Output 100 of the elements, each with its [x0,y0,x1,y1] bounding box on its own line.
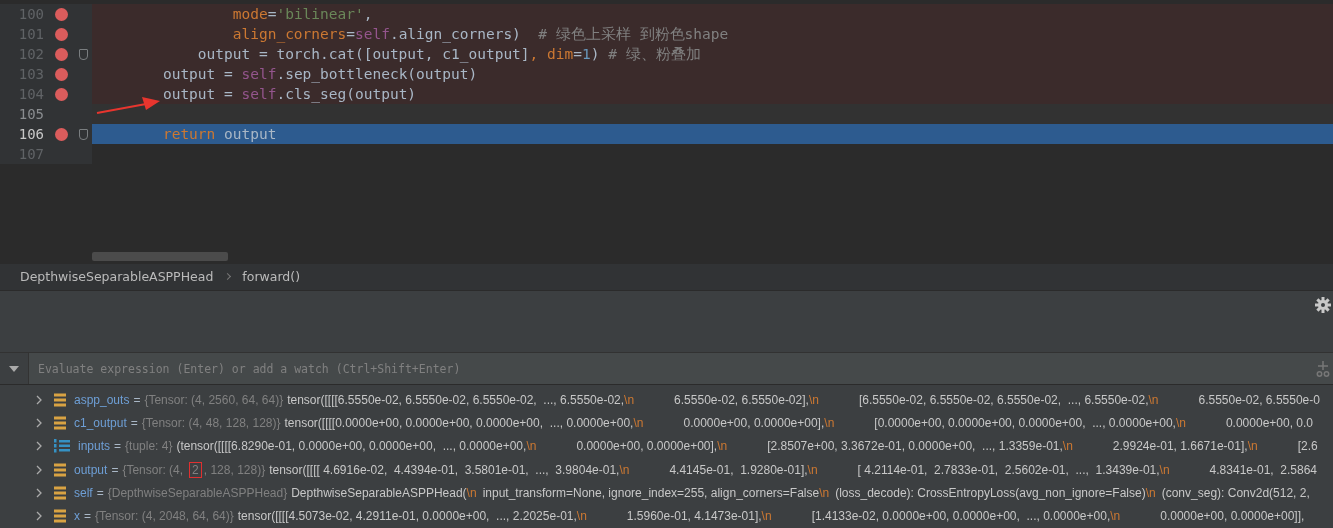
newline-escape: \n [1110,509,1121,524]
line-number: 105 [17,106,44,122]
fold-icon[interactable] [79,48,88,60]
variable-value: 4.4145e-01, 1.9280e-01], [669,462,808,477]
variable-value: (tensor([[[[6.8290e-01, 0.0000e+00, 0.0000e+00, ..., 0.0000e+00, [176,439,527,454]
newline-escape: \n [1062,439,1073,454]
breakpoint-icon[interactable] [55,7,68,21]
code-text: return output [161,126,277,142]
variable-type: {Tensor: (4, 2048, 64, 64)} [95,509,234,524]
code-text: mode='bilinear', [231,6,373,22]
boxed-dimension: 2 [190,462,201,477]
expand-icon[interactable] [36,464,42,475]
variable-type: {DepthwiseSeparableASPPHead} [107,486,288,501]
newline-escape: \n [819,486,830,501]
newline-escape: \n [624,392,635,407]
variable-type: {Tensor: (4, [122,462,184,477]
variable-name: c1_output [74,416,127,431]
watch-field[interactable]: Evaluate expression (Enter) or add a watch (Ctrl+Shift+Enter) [28,353,1313,385]
expand-icon[interactable] [36,394,42,405]
fold-icon[interactable] [79,128,88,140]
newline-escape: \n [619,462,630,477]
code-text: output = self.sep_bottleneck(output) [161,66,478,82]
list-icon [54,392,66,407]
variable-value: [ 4.2114e-01, 2.7833e-01, 2.5602e-01, ..., 1.3439e-01, [857,462,1160,477]
variable-type: {Tensor: (4, 2560, 64, 64)} [144,392,284,407]
variable-value: 0.0000e+00, 0.0000e+00], [576,439,718,454]
variable-value: tensor([[[[4.5073e-02, 4.2911e-01, 0.0000e+00, ..., 2.2025e-01, [237,509,577,524]
newline-escape: \n [466,486,477,501]
newline-escape: \n [526,439,537,454]
breakpoint-icon[interactable] [55,67,68,81]
newline-escape: \n [761,509,772,524]
variable-type: {Tensor: (4, 48, 128, 128)} [141,416,281,431]
variable-value: 1.5960e-01, 4.1473e-01], [626,509,762,524]
newline-escape: \n [1175,416,1186,431]
equals-sign: = [133,392,141,407]
variable-name: x [74,509,80,524]
variable-value: 0.0000e+00, 0.0000e+00]], [1160,509,1305,524]
variable-value: [2.8507e+00, 3.3672e-01, 0.0000e+00, ..., 1.3359e-01, [767,439,1063,454]
breakpoint-icon[interactable] [55,87,68,101]
code-text: output = self.cls_seg(output) [161,86,417,102]
equals-sign: = [111,462,119,477]
scrollbar-thumb[interactable] [92,252,228,262]
list-icon [54,462,66,477]
arrow-annotation [96,96,162,116]
equals-sign: = [114,439,122,454]
equals-sign: = [130,416,138,431]
newline-escape: \n [1247,439,1258,454]
list-icon [54,486,66,501]
variable-name: inputs [78,439,111,454]
breadcrumb-item[interactable]: forward() [242,269,301,285]
newline-escape: \n [1148,392,1159,407]
newline-escape: \n [824,416,835,431]
variable-value: 0.0000e+00, 0.0000e+00], [683,416,825,431]
newline-escape: \n [1145,486,1156,501]
list-icon [54,509,66,524]
variable-value: tensor([[[[0.0000e+00, 0.0000e+00, 0.0000e+00, ..., 0.0000e+00, [284,416,634,431]
code-text: align_corners=self.align_corners) # 绿色上采样 到粉色shape [231,24,729,44]
variable-value: [2.6 [1297,439,1318,454]
breakpoint-icon[interactable] [55,127,68,141]
variable-value: 0.0000e+00, 0.0 [1225,416,1314,431]
newline-escape: \n [633,416,644,431]
variable-value: 6.5550e-02, 6.5550e-02], [674,392,809,407]
variable-type: {tuple: 4} [125,439,173,454]
add-watch-icon[interactable] [1316,360,1330,377]
list-icon [54,416,66,431]
line-number: 106 [17,126,44,142]
variable-value: 6.5550e-02, 6.5550e-0 [1198,392,1320,407]
collapse-icon[interactable] [9,365,19,372]
equals-sign: = [84,509,91,524]
variable-value: [6.5550e-02, 6.5550e-02, 6.5550e-02, ..., 6.5550e-02, [858,392,1149,407]
variable-name: output [74,462,108,477]
newline-escape: \n [1159,462,1170,477]
variable-value: tensor([[[[ 4.6916e-02, 4.4394e-01, 3.5801e-01, ..., 3.9804e-01, [269,462,620,477]
variable-value: [1.4133e-02, 0.0000e+00, 0.0000e+00, ..., 0.0000e+00, [811,509,1111,524]
expand-icon[interactable] [36,441,42,452]
expand-icon[interactable] [36,511,42,522]
variable-value: (conv_seg): Conv2d(512, 2, [1161,486,1310,501]
variable-value: (loss_decode): CrossEntropyLoss(avg_non_ignore=False) [835,486,1146,501]
variable-value: 2.9924e-01, 1.6671e-01], [1112,439,1248,454]
settings-icon[interactable] [1315,296,1331,313]
variable-value: [0.0000e+00, 0.0000e+00, 0.0000e+00, ..., 0.0000e+00, [874,416,1176,431]
variable-type: , 128, 128)} [203,462,266,477]
variable-value: tensor([[[[6.5550e-02, 6.5550e-02, 6.5550e-02, ..., 6.5550e-02, [287,392,625,407]
variable-name: self [74,486,93,501]
newline-escape: \n [576,509,587,524]
variable-value: input_transform=None, ignore_index=255, align_corners=False [482,486,820,501]
variable-value: 4.8341e-01, 2.5864 [1209,462,1318,477]
equals-sign: = [96,486,104,501]
expand-icon[interactable] [36,418,42,429]
numbered-list-icon [54,439,70,454]
breadcrumb-item[interactable]: DepthwiseSeparableASPPHead [20,269,214,285]
newline-escape: \n [717,439,728,454]
code-text: output = torch.cat([output, c1_output], dim=1) # 绿、粉叠加 [196,44,701,64]
newline-escape: \n [808,392,819,407]
variable-value: DepthwiseSeparableASPPHead( [291,486,467,501]
expand-icon[interactable] [36,488,42,499]
newline-escape: \n [807,462,818,477]
variable-name: aspp_outs [74,392,130,407]
breakpoint-icon[interactable] [55,47,68,61]
breakpoint-icon[interactable] [55,27,68,41]
